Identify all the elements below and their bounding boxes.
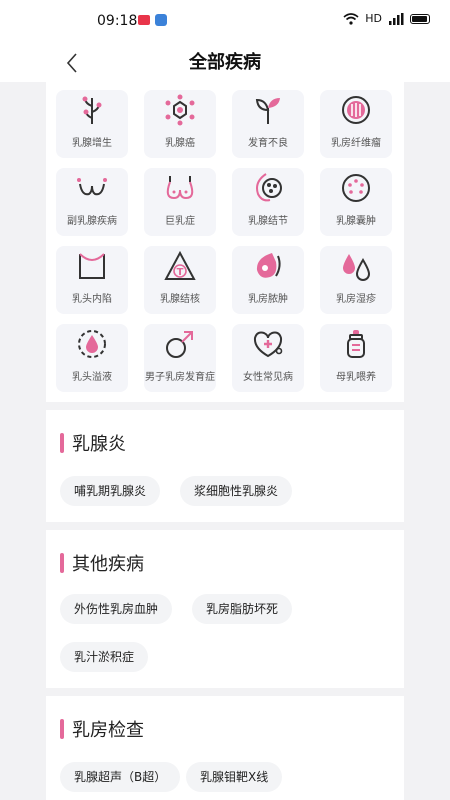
accessory-breast-icon: [77, 178, 107, 196]
disease-grid: 乳腺增生 乳腺癌 发育不良 乳房纤维瘤 副乳腺疾病 巨乳症 乳腺结节 乳腺囊肿 …: [46, 82, 404, 402]
section-accent-bar: [60, 553, 64, 573]
grid-item-eczema[interactable]: 乳房湿疹: [320, 246, 392, 314]
grid-item-nodule[interactable]: 乳腺结节: [232, 168, 304, 236]
grid-item-cyst[interactable]: 乳腺囊肿: [320, 168, 392, 236]
network-label: HD: [365, 12, 382, 25]
grid-item-label: 女性常见病: [243, 372, 293, 383]
signal-icon: [389, 12, 404, 25]
stethoscope-icon: [253, 331, 283, 358]
grid-item-label: 乳腺增生: [72, 138, 112, 149]
male-symbol-icon: [166, 331, 193, 358]
grid-item-fibroma[interactable]: 乳房纤维瘤: [320, 90, 392, 158]
discharge-icon: [78, 330, 106, 358]
sprout-icon: [255, 98, 280, 124]
grid-item-tuberculosis[interactable]: T 乳腺结核: [144, 246, 216, 314]
notification-app-icon-2: [155, 14, 167, 26]
abscess-icon: [256, 253, 281, 278]
grid-item-label: 乳腺囊肿: [336, 216, 376, 227]
header: 全部疾病: [0, 42, 450, 82]
grid-item-dysplasia[interactable]: 发育不良: [232, 90, 304, 158]
grid-item-label: 乳房脓肿: [248, 294, 288, 305]
grid-item-macromastia[interactable]: 巨乳症: [144, 168, 216, 236]
grid-item-hyperplasia[interactable]: 乳腺增生: [56, 90, 128, 158]
tumor-icon: [342, 96, 370, 124]
large-breast-icon: [166, 176, 194, 200]
grid-item-label: 巨乳症: [165, 216, 195, 227]
grid-item-label: 乳头内陷: [72, 294, 112, 305]
grid-item-label: 乳腺结核: [160, 294, 200, 305]
status-indicators: HD: [343, 12, 430, 25]
grid-item-label: 副乳腺疾病: [67, 216, 117, 227]
disease-chip[interactable]: 浆细胞性乳腺炎: [180, 476, 293, 506]
grid-item-label: 乳腺癌: [165, 138, 195, 149]
section-mastitis: 乳腺炎 哺乳期乳腺炎 浆细胞性乳腺炎: [46, 410, 404, 522]
disease-chip[interactable]: 乳腺超声（B超）: [60, 762, 181, 792]
section-header: 乳腺炎: [60, 430, 126, 456]
grid-item-womens-health[interactable]: 女性常见病: [232, 324, 304, 392]
disease-chip[interactable]: 乳汁淤积症: [60, 642, 149, 672]
grid-item-label: 乳房湿疹: [336, 294, 376, 305]
disease-chip[interactable]: 哺乳期乳腺炎: [60, 476, 161, 506]
grid-item-label: 乳房纤维瘤: [331, 138, 381, 149]
cyst-icon: [342, 174, 370, 202]
grid-item-label: 发育不良: [248, 138, 288, 149]
grid-item-label: 乳头溢液: [72, 372, 112, 383]
tuberculosis-icon: T: [164, 250, 196, 280]
section-breast-exams: 乳房检查 乳腺超声（B超） 乳腺钼靶X线: [46, 696, 404, 800]
section-accent-bar: [60, 719, 64, 739]
drops-icon: [343, 254, 371, 281]
disease-chip[interactable]: 乳房脂肪坏死: [192, 594, 293, 624]
section-accent-bar: [60, 433, 64, 453]
section-title: 乳腺炎: [72, 434, 126, 455]
grid-item-gynecomastia[interactable]: 男子乳房发育症: [144, 324, 216, 392]
section-header: 其他疾病: [60, 550, 144, 576]
page-title: 全部疾病: [189, 52, 261, 73]
wifi-icon: [343, 12, 359, 25]
grid-item-cancer[interactable]: 乳腺癌: [144, 90, 216, 158]
section-title: 乳房检查: [72, 720, 144, 741]
status-time: 09:18: [97, 13, 138, 29]
grid-item-inverted-nipple[interactable]: 乳头内陷: [56, 246, 128, 314]
grid-item-breastfeeding[interactable]: 母乳喂养: [320, 324, 392, 392]
section-header: 乳房检查: [60, 716, 144, 742]
cell-icon: [165, 94, 195, 126]
section-title: 其他疾病: [72, 554, 144, 575]
grid-item-label: 母乳喂养: [336, 372, 376, 383]
battery-icon: [410, 13, 430, 24]
baby-bottle-icon: [347, 330, 365, 358]
notification-app-icon: [138, 15, 150, 25]
grid-item-discharge[interactable]: 乳头溢液: [56, 324, 128, 392]
branch-icon: [82, 96, 102, 124]
nodule-icon: [256, 173, 282, 202]
grid-item-label: 男子乳房发育症: [145, 372, 215, 383]
disease-chip[interactable]: 外伤性乳房血肿: [60, 594, 173, 624]
status-bar: 09:18 HD: [0, 0, 450, 42]
grid-item-abscess[interactable]: 乳房脓肿: [232, 246, 304, 314]
grid-item-label: 乳腺结节: [248, 216, 288, 227]
inverted-nipple-icon: [79, 253, 105, 279]
disease-chip[interactable]: 乳腺钼靶X线: [186, 762, 283, 792]
section-other-diseases: 其他疾病 外伤性乳房血肿 乳房脂肪坏死 乳汁淤积症: [46, 530, 404, 688]
grid-item-accessory[interactable]: 副乳腺疾病: [56, 168, 128, 236]
